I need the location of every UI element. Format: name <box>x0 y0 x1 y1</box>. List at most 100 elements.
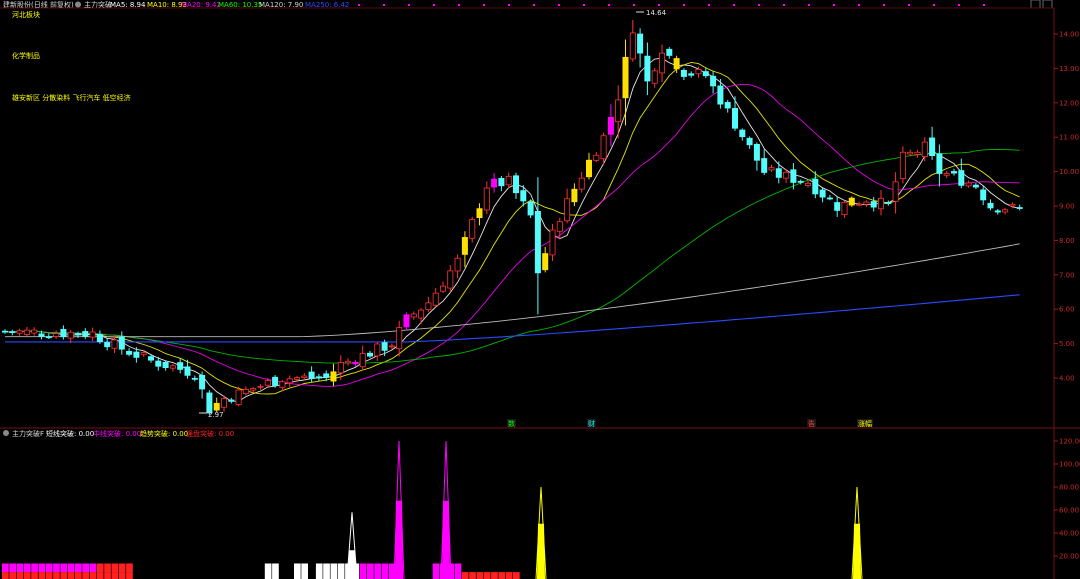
indicator-bar <box>491 572 498 579</box>
signal-dot <box>833 4 835 6</box>
indicator-bar <box>126 563 133 573</box>
event-marker: 财 <box>588 419 595 428</box>
indicator-bar <box>513 572 520 579</box>
indicator-legend-item: 短线突破: 0.00 <box>46 429 94 438</box>
event-marker: 涨幅 <box>858 419 872 428</box>
candle <box>870 201 877 208</box>
indicator-bar <box>53 563 60 573</box>
event-markers[interactable]: 数 财 告 涨幅 <box>507 419 873 428</box>
indicator-bar <box>16 572 24 579</box>
indicator-tick-label: 100.00 <box>1059 461 1080 469</box>
candle <box>388 345 395 348</box>
indicator-tick-label: 80.00 <box>1059 484 1079 492</box>
candle <box>476 208 483 219</box>
signal-dot <box>958 4 960 6</box>
indicator-spike-fill <box>442 500 450 579</box>
indicator-bar <box>2 572 9 579</box>
signal-dot <box>533 4 535 6</box>
candlestick-series[interactable] <box>2 19 1023 415</box>
candle <box>965 182 972 187</box>
candle <box>972 184 979 188</box>
candle <box>425 302 432 311</box>
event-marker: 数 <box>508 419 515 428</box>
candle <box>564 198 571 222</box>
indicator-tick-label: 20.00 <box>1059 553 1079 561</box>
indicator-bar <box>454 563 462 579</box>
candle <box>856 203 863 206</box>
candle <box>162 361 169 369</box>
maximize-window-icon[interactable] <box>1042 0 1053 9</box>
ma120-line <box>5 243 1020 338</box>
candle <box>23 329 30 335</box>
candle <box>498 178 505 187</box>
indicator-bar <box>476 572 484 579</box>
candle <box>542 253 549 271</box>
indicator-bar <box>96 572 104 579</box>
candle <box>16 330 23 334</box>
signal-dot <box>483 4 485 6</box>
indicator-bar <box>498 572 506 579</box>
candle <box>352 361 359 365</box>
candle <box>418 309 425 319</box>
candle <box>323 373 330 378</box>
indicator-bar <box>315 563 323 579</box>
indicator-bar <box>75 563 82 573</box>
candle <box>549 229 556 256</box>
candle <box>571 188 578 203</box>
candle <box>301 375 308 379</box>
candle <box>797 180 804 183</box>
signal-dot <box>633 4 635 6</box>
candle <box>680 69 687 77</box>
restore-window-icon[interactable] <box>1030 0 1041 9</box>
candle <box>556 221 563 232</box>
indicator-bar <box>381 563 389 579</box>
indicator-settings-icon[interactable] <box>75 1 81 8</box>
candle <box>293 377 300 380</box>
indicator-bar <box>374 563 381 579</box>
candle <box>220 398 227 408</box>
indicator-bar <box>16 563 24 573</box>
indicator-bar <box>111 563 119 573</box>
candle <box>841 202 848 216</box>
signal-dot <box>408 4 410 6</box>
indicator-bar <box>272 563 279 579</box>
indicator-axis: 120.00 100.00 80.00 60.00 40.00 20.00 <box>1054 438 1080 561</box>
candle <box>264 380 271 386</box>
candle <box>980 189 987 201</box>
price-tick-label: 8.00 <box>1059 237 1075 245</box>
indicator-legend-item: 趋势突破: 0.00 <box>140 429 188 438</box>
indicator-tick-label: 60.00 <box>1059 507 1079 515</box>
candle <box>169 365 176 369</box>
candle <box>994 210 1001 213</box>
candle <box>469 219 476 239</box>
candle <box>191 377 198 380</box>
price-tick-label: 13.00 <box>1059 65 1079 73</box>
candle <box>337 362 344 374</box>
candle <box>45 336 52 339</box>
signal-dot <box>358 4 360 6</box>
candle <box>892 181 899 202</box>
indicator-bar <box>82 572 89 579</box>
stock-chart[interactable]: 建新股份(日线 前复权) 主力突破 MA5: 8.94 MA10: 8.93MA2… <box>0 0 1080 579</box>
candle <box>607 116 614 135</box>
candle <box>812 178 819 195</box>
candle <box>242 389 249 394</box>
indicator-bar <box>367 563 374 579</box>
indicator-bar <box>67 563 75 573</box>
candle <box>1009 204 1016 207</box>
candle <box>826 197 833 200</box>
candle <box>9 331 16 334</box>
sector-label[interactable]: 化学制品 <box>12 51 40 60</box>
candle <box>710 75 717 87</box>
indicator-settings-icon[interactable] <box>3 430 9 436</box>
candle <box>447 270 454 289</box>
price-tick-label: 5.00 <box>1059 340 1075 348</box>
sector-label[interactable]: 雄安新区 分散染料 飞行汽车 低空经济 <box>12 93 131 102</box>
indicator-bar <box>82 563 89 573</box>
candle <box>666 48 673 56</box>
candle <box>914 151 921 155</box>
candle <box>235 389 242 405</box>
sector-label[interactable]: 河北板块 <box>12 10 40 19</box>
candle <box>133 351 140 358</box>
indicator-bar <box>126 572 133 579</box>
